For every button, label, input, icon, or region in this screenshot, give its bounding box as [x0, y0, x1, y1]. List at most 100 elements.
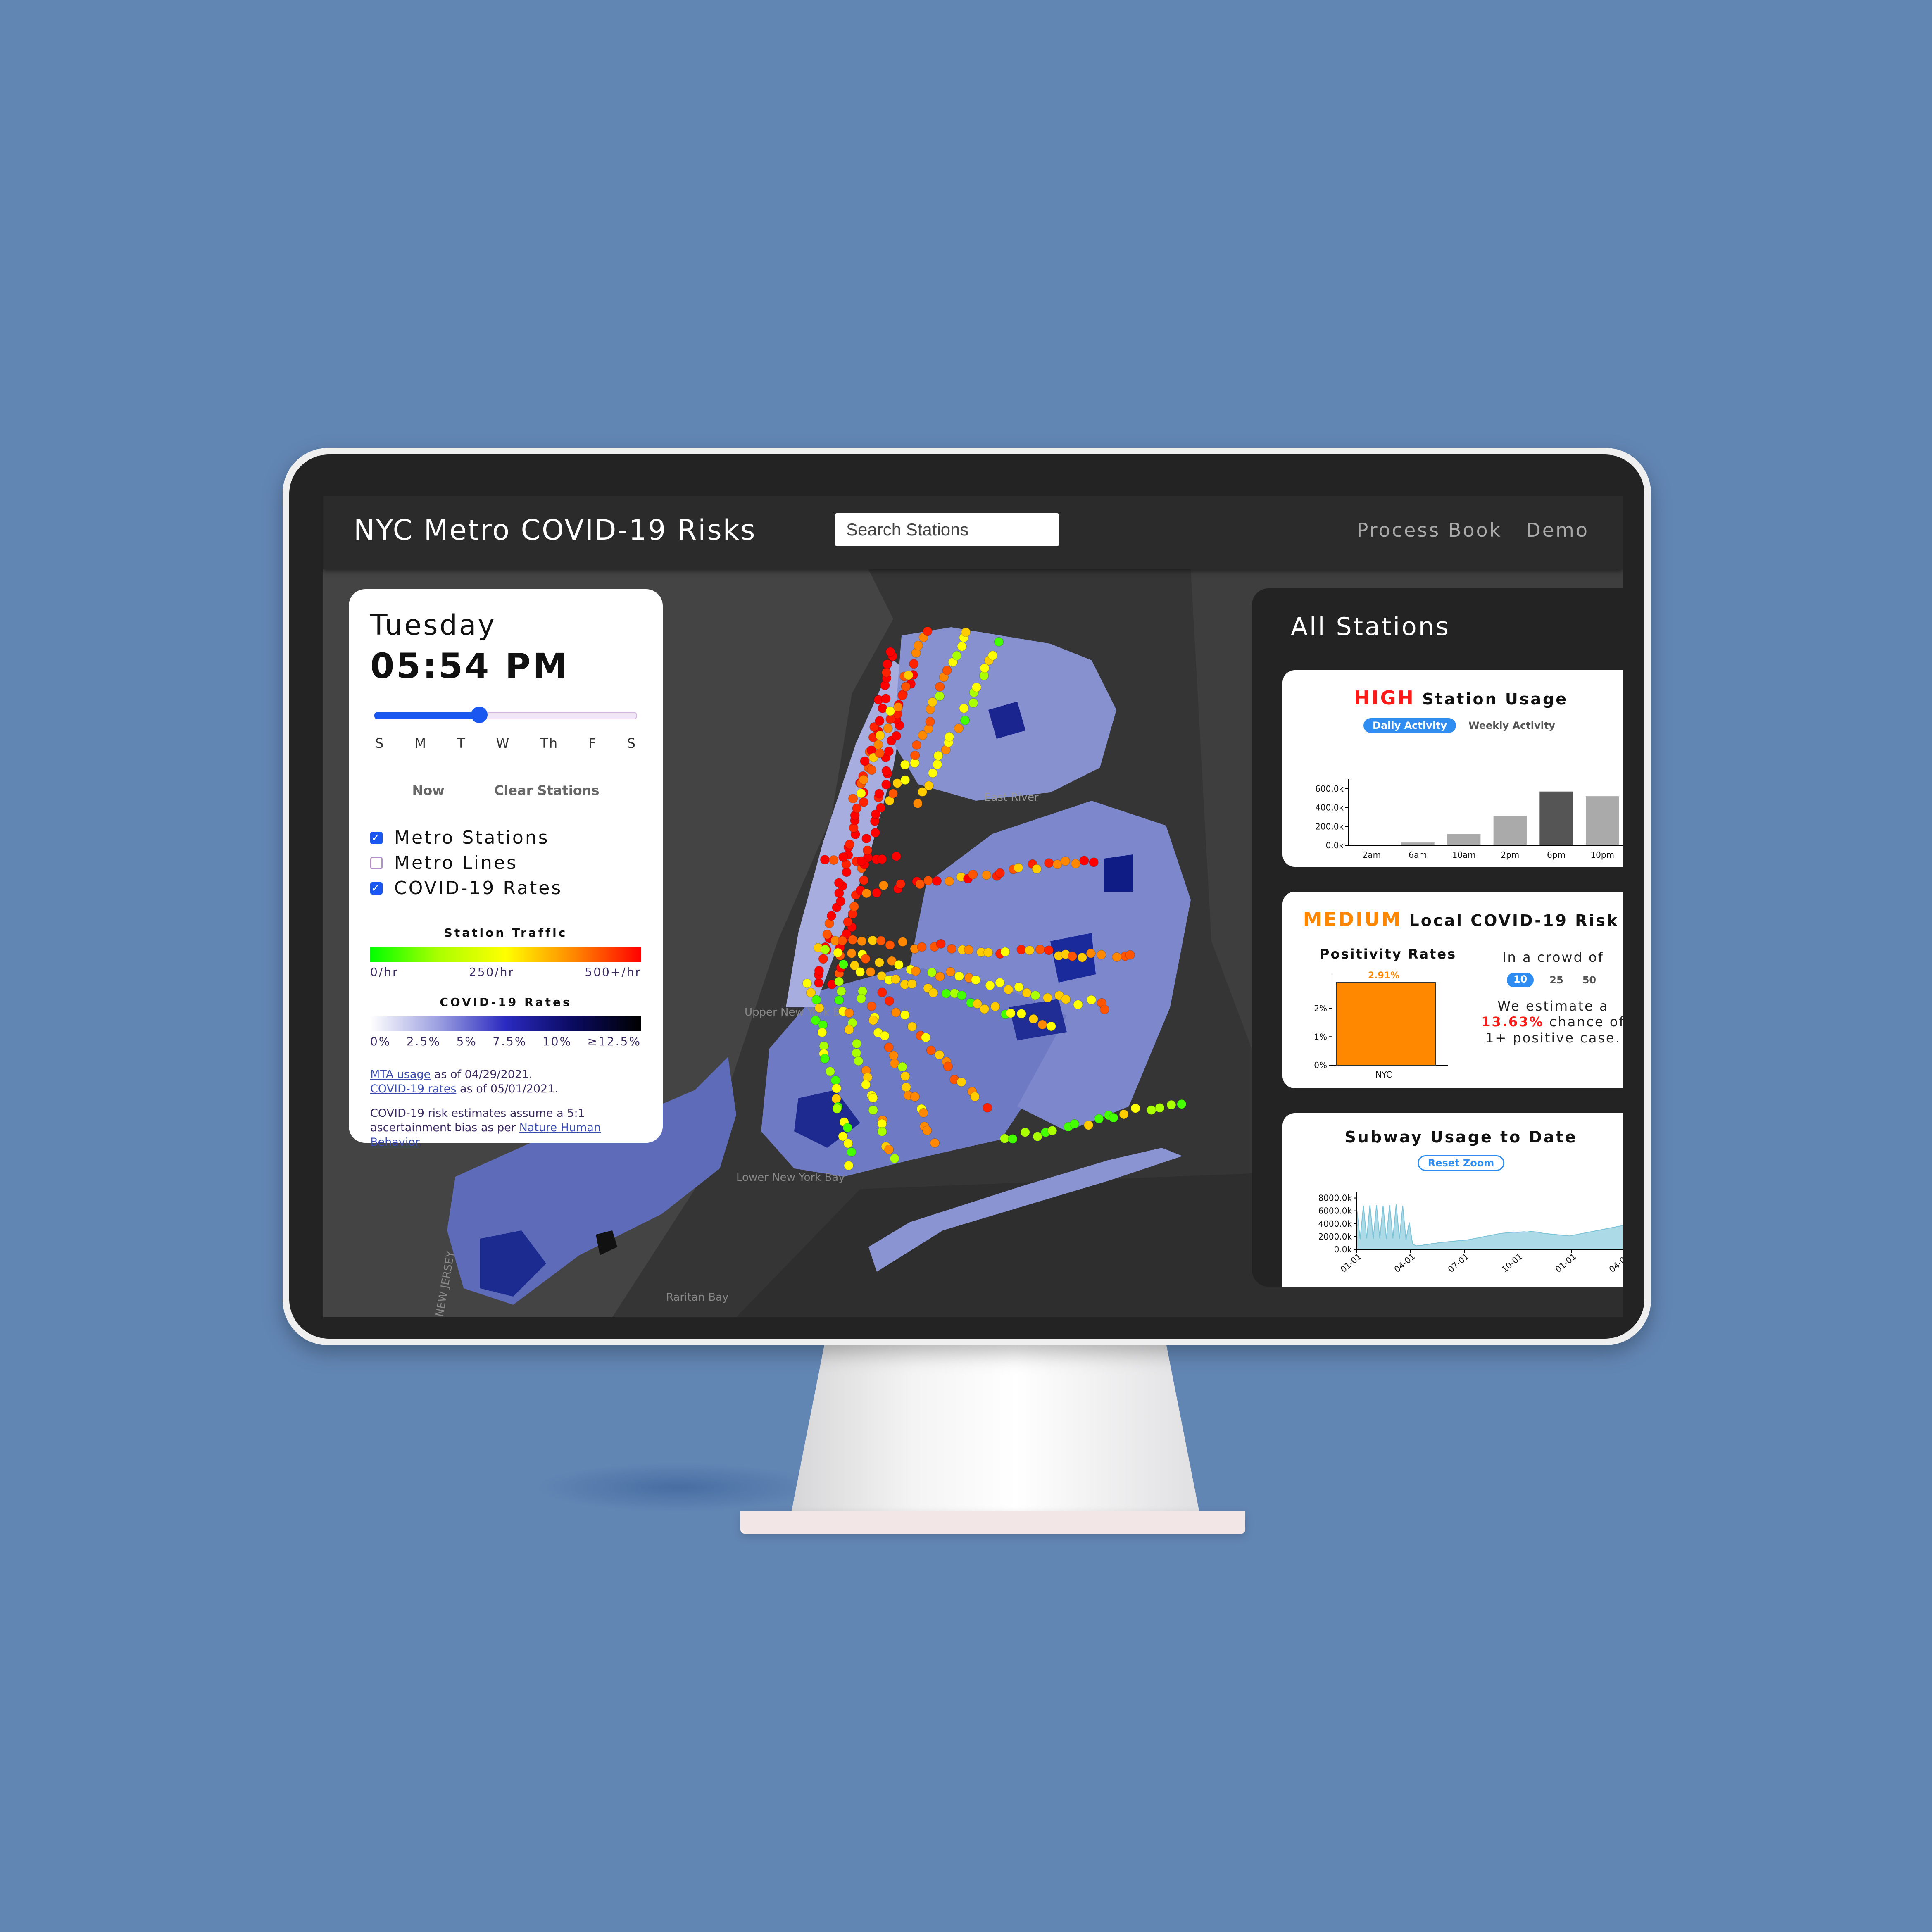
station-dot[interactable]	[854, 1056, 864, 1066]
station-dot[interactable]	[901, 682, 911, 692]
station-dot[interactable]	[881, 694, 891, 704]
station-dot[interactable]	[1079, 856, 1089, 866]
station-dot[interactable]	[877, 987, 887, 997]
station-dot[interactable]	[971, 975, 981, 985]
station-dot[interactable]	[832, 1083, 842, 1093]
station-dot[interactable]	[830, 1075, 840, 1085]
station-dot[interactable]	[876, 803, 886, 813]
station-dot[interactable]	[814, 978, 824, 988]
usage-bar[interactable]	[1585, 796, 1619, 845]
station-dot[interactable]	[862, 845, 872, 855]
station-dot[interactable]	[1069, 1119, 1079, 1129]
station-dot[interactable]	[1022, 988, 1032, 998]
station-dot[interactable]	[888, 789, 898, 799]
checkbox[interactable]	[370, 857, 383, 869]
station-dot[interactable]	[885, 940, 895, 950]
nav-demo[interactable]: Demo	[1526, 519, 1589, 541]
station-dot[interactable]	[954, 723, 964, 733]
station-dot[interactable]	[1016, 1009, 1026, 1018]
station-dot[interactable]	[900, 760, 910, 770]
week-time-slider[interactable]	[370, 707, 641, 723]
station-dot[interactable]	[814, 966, 824, 976]
station-dot[interactable]	[900, 1010, 910, 1020]
station-dot[interactable]	[868, 1093, 878, 1103]
station-dot[interactable]	[877, 854, 887, 864]
station-dot[interactable]	[923, 876, 933, 885]
station-dot[interactable]	[1155, 1103, 1165, 1113]
station-dot[interactable]	[861, 1080, 871, 1090]
station-dot[interactable]	[910, 1092, 920, 1102]
crowd-option-25[interactable]: 25	[1546, 973, 1566, 987]
station-dot[interactable]	[852, 1039, 862, 1049]
station-dot[interactable]	[910, 750, 920, 760]
station-dot[interactable]	[1166, 1100, 1176, 1110]
station-dot[interactable]	[867, 1001, 877, 1011]
station-dot[interactable]	[1073, 999, 1083, 1009]
station-dot[interactable]	[833, 948, 843, 958]
station-dot[interactable]	[1014, 982, 1024, 992]
station-dot[interactable]	[964, 945, 974, 955]
station-dot[interactable]	[873, 740, 883, 749]
station-dot[interactable]	[1028, 1014, 1038, 1024]
weekly-activity-toggle[interactable]: Weekly Activity	[1465, 718, 1558, 733]
station-dot[interactable]	[909, 659, 919, 669]
station-dot[interactable]	[1089, 857, 1099, 867]
station-dot[interactable]	[884, 1144, 894, 1154]
station-dot[interactable]	[844, 1161, 854, 1171]
station-dot[interactable]	[861, 888, 871, 898]
station-dot[interactable]	[1061, 994, 1071, 1004]
station-dot[interactable]	[1099, 1004, 1109, 1014]
station-dot[interactable]	[891, 851, 901, 861]
station-dot[interactable]	[990, 1002, 1000, 1011]
station-dot[interactable]	[874, 789, 884, 799]
station-dot[interactable]	[845, 839, 854, 849]
slider-handle[interactable]	[471, 707, 488, 723]
station-dot[interactable]	[847, 1147, 857, 1157]
station-dot[interactable]	[871, 828, 880, 838]
station-dot[interactable]	[855, 967, 865, 977]
station-dot[interactable]	[900, 1071, 910, 1081]
station-dot[interactable]	[957, 641, 967, 651]
station-dot[interactable]	[1014, 863, 1023, 873]
station-dot[interactable]	[842, 1123, 852, 1133]
station-dot[interactable]	[885, 714, 895, 724]
station-dot[interactable]	[885, 647, 895, 657]
station-dot[interactable]	[926, 1045, 936, 1055]
station-dot[interactable]	[825, 1066, 835, 1076]
station-dot[interactable]	[856, 788, 866, 798]
station-dot[interactable]	[1006, 1008, 1016, 1018]
station-dot[interactable]	[1000, 947, 1010, 957]
usage-history-chart[interactable]: 0.0k 2000.0k 4000.0k 6000.0k 8000.0k 01-01 04-…	[1282, 1179, 1623, 1287]
station-dot[interactable]	[885, 706, 895, 716]
station-dot[interactable]	[1030, 990, 1040, 1000]
station-dot[interactable]	[1000, 1134, 1010, 1144]
station-dot[interactable]	[811, 995, 821, 1005]
station-dot[interactable]	[930, 1138, 940, 1148]
station-dot[interactable]	[913, 799, 923, 809]
station-dot[interactable]	[820, 1054, 830, 1064]
station-dot[interactable]	[980, 1004, 990, 1014]
station-dot[interactable]	[1042, 993, 1052, 1003]
station-dot[interactable]	[1119, 1109, 1129, 1119]
station-dot[interactable]	[1084, 1120, 1094, 1130]
station-dot[interactable]	[867, 765, 877, 775]
station-dot[interactable]	[814, 1003, 824, 1013]
station-dot[interactable]	[1004, 985, 1014, 995]
station-dot[interactable]	[907, 1022, 917, 1032]
station-dot[interactable]	[1125, 950, 1135, 960]
station-dot[interactable]	[843, 917, 853, 927]
station-dot[interactable]	[875, 748, 885, 758]
usage-bar[interactable]	[1447, 834, 1481, 845]
station-dot[interactable]	[896, 879, 906, 889]
station-dot[interactable]	[849, 902, 859, 911]
station-dot[interactable]	[868, 1105, 878, 1115]
station-dot[interactable]	[883, 723, 893, 733]
station-dot[interactable]	[1044, 945, 1054, 955]
station-dot[interactable]	[932, 876, 942, 886]
station-dot[interactable]	[884, 1042, 894, 1052]
station-dot[interactable]	[844, 1008, 854, 1018]
station-dot[interactable]	[928, 697, 937, 707]
station-dot[interactable]	[838, 936, 847, 946]
station-dot[interactable]	[921, 1033, 931, 1042]
station-dot[interactable]	[922, 1125, 932, 1135]
